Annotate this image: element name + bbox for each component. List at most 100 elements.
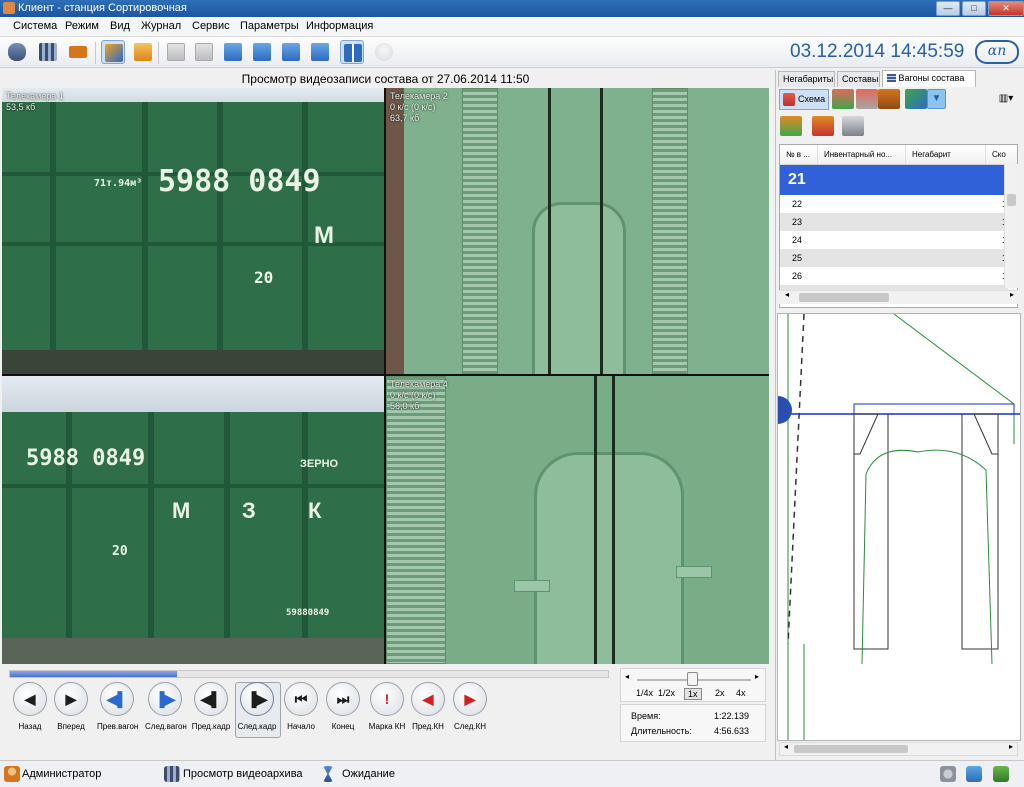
layout-3-button[interactable] [279, 40, 303, 64]
camera-4-view[interactable]: Телекамера 4 0 к/с (0 к/с) 56,0 кб [386, 376, 769, 664]
network-icon[interactable] [966, 766, 982, 782]
duration-value: 4:56.633 [713, 726, 749, 736]
connection-status-icon[interactable] [993, 766, 1009, 782]
app-icon [3, 2, 15, 14]
prev-frame-button[interactable]: ◀▌ Пред.кадр [191, 682, 231, 731]
speed-right-arrow-icon[interactable]: ▸ [755, 672, 759, 681]
wagon-button[interactable] [66, 40, 90, 64]
wagon-view-button[interactable] [878, 89, 900, 109]
speed-half[interactable]: 1/2x [658, 688, 675, 698]
locomotive-button[interactable] [842, 116, 864, 136]
add-wagon-button[interactable] [832, 89, 854, 109]
bulb-button[interactable] [372, 40, 396, 64]
col-speed[interactable]: Ско [986, 145, 1017, 165]
layout-4-button[interactable] [308, 40, 332, 64]
layout-1-button[interactable] [221, 40, 245, 64]
hscroll-thumb[interactable] [799, 293, 889, 302]
route-button[interactable] [101, 40, 125, 64]
scroll-right-icon[interactable]: ▸ [1010, 290, 1014, 299]
forward-button[interactable]: ▶ Вперед [51, 682, 91, 731]
speed-quarter[interactable]: 1/4x [636, 688, 653, 698]
minimize-button[interactable]: — [936, 1, 960, 16]
pause-button[interactable] [164, 40, 188, 64]
schema-button[interactable]: Схема [779, 89, 829, 110]
row-number: 26 [792, 271, 803, 281]
next-frame-label: След.кадр [237, 722, 277, 731]
layout-2-icon [253, 43, 271, 61]
menu-mode[interactable]: Режим [65, 20, 99, 32]
menu-service[interactable]: Сервис [192, 20, 230, 32]
remove-from-train-button[interactable] [812, 116, 834, 136]
wagon-info-button[interactable] [856, 89, 878, 109]
table-row[interactable]: 241 [780, 231, 1008, 249]
camera-1-size: 53,5 кб [6, 102, 36, 112]
camera-1-label: Телекамера 1 53,5 кб [6, 91, 64, 113]
table-row[interactable]: 21 [780, 165, 1008, 195]
vscroll-thumb[interactable] [1007, 194, 1016, 206]
wagon-tare: 20 [112, 544, 128, 559]
table-row[interactable]: 261 [780, 267, 1008, 285]
menu-system[interactable]: Система [13, 20, 57, 32]
speed-slider-thumb[interactable] [687, 672, 698, 686]
table-horizontal-scrollbar[interactable]: ◂ ▸ [779, 290, 1018, 304]
next-frame-button[interactable]: ▐▶ След.кадр [237, 682, 277, 731]
mark-button[interactable]: ! Марка КН [367, 682, 407, 731]
gear-icon[interactable] [940, 766, 956, 782]
film-button[interactable] [36, 40, 60, 64]
menu-parameters[interactable]: Параметры [240, 20, 299, 32]
close-button[interactable]: ✕ [988, 1, 1024, 16]
gauge-horizontal-scrollbar[interactable]: ◂ ▸ [779, 742, 1018, 756]
menu-journal[interactable]: Журнал [141, 20, 181, 32]
col-oversize[interactable]: Негабарит [906, 145, 986, 165]
camera-2-label: Телекамера 2 0 к/с (0 к/с) 63,7 кб [390, 91, 448, 124]
tab-train-wagons[interactable]: Вагоны состава [882, 70, 976, 87]
speed-normal[interactable]: 1x [684, 688, 702, 700]
filter-dropdown-icon[interactable]: ▼ [927, 89, 946, 109]
next-kn-button[interactable]: ▶ След.КН [450, 682, 490, 731]
menu-view[interactable]: Вид [110, 20, 130, 32]
maximize-button[interactable]: □ [962, 1, 986, 16]
end-button[interactable]: ⏭ Конец [323, 682, 363, 731]
gauge-scroll-thumb[interactable] [794, 745, 908, 753]
sort-button[interactable] [905, 89, 927, 109]
scroll-left-icon[interactable]: ◂ [785, 290, 789, 299]
add-to-train-button[interactable] [780, 116, 802, 136]
layout-2-button[interactable] [250, 40, 274, 64]
menu-information[interactable]: Информация [306, 20, 373, 32]
col-inventory[interactable]: Инвентарный но... [818, 145, 906, 165]
export-button[interactable] [131, 40, 155, 64]
arrow-curve-icon [105, 44, 123, 62]
columns-menu-icon[interactable]: ▥▾ [994, 89, 1018, 109]
table-row[interactable]: 251 [780, 249, 1008, 267]
film-strip-icon [39, 43, 57, 61]
next-wagon-button[interactable]: ▐▶ След.вагон [145, 682, 187, 731]
gauge-scheme-view[interactable] [777, 313, 1021, 741]
back-label: Назад [18, 722, 42, 731]
tab-trains[interactable]: Составы [837, 71, 880, 87]
speed-quadruple[interactable]: 4x [736, 688, 746, 698]
speed-left-arrow-icon[interactable]: ◂ [625, 672, 629, 681]
stop-button[interactable] [192, 40, 216, 64]
speed-double[interactable]: 2x [715, 688, 725, 698]
prev-wagon-button[interactable]: ◀▌ Прев.вагон [97, 682, 138, 731]
camera-2-view[interactable]: Телекамера 2 0 к/с (0 к/с) 63,7 кб [386, 88, 769, 374]
table-row[interactable]: 221 [780, 195, 1008, 213]
back-button[interactable]: ◀ Назад [10, 682, 50, 731]
tab-oversize[interactable]: Негабариты [778, 71, 835, 87]
tab-train-wagons-label: Вагоны состава [898, 73, 965, 83]
playback-progress[interactable] [9, 670, 609, 678]
gauge-scroll-left-icon[interactable]: ◂ [784, 742, 788, 751]
time-label: Время: [631, 711, 661, 721]
start-button[interactable]: ⏮ Начало [281, 682, 321, 731]
wagon-number: 5988 0849 [158, 164, 321, 199]
grid-layout-button[interactable] [340, 40, 364, 64]
camera-3-view[interactable]: 5988 0849 ЗЕРНО М З К 20 59880849 [2, 376, 384, 664]
gauge-scroll-right-icon[interactable]: ▸ [1009, 742, 1013, 751]
table-row[interactable]: 231 [780, 213, 1008, 231]
camera-button[interactable] [5, 40, 29, 64]
prev-kn-button[interactable]: ◀ Пред.КН [408, 682, 448, 731]
camera-1-view[interactable]: 5988 0849 71т.94м³ М 20 Телекамера 1 53,… [2, 88, 384, 374]
sky [2, 376, 384, 416]
table-vertical-scrollbar[interactable] [1004, 164, 1018, 288]
col-number[interactable]: № в ... [780, 145, 818, 165]
